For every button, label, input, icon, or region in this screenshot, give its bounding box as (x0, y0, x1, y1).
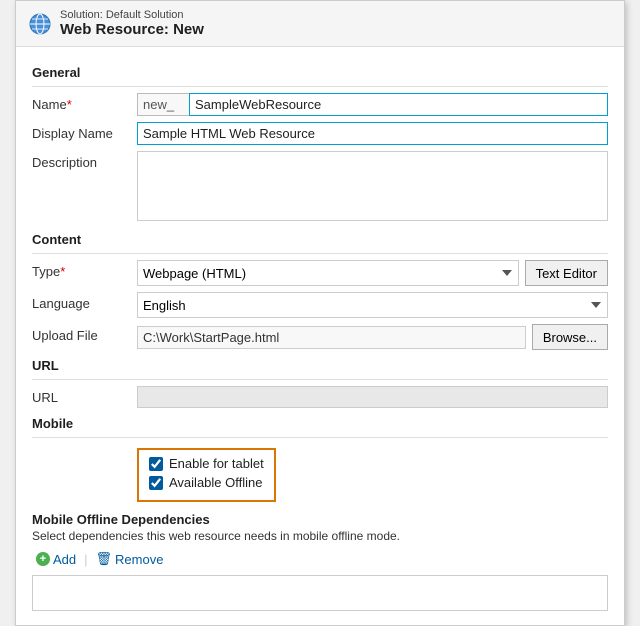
display-name-field-row: Display Name (32, 122, 608, 145)
enable-tablet-row: Enable for tablet (149, 456, 264, 471)
name-main-input[interactable] (189, 93, 608, 116)
available-offline-checkbox[interactable] (149, 476, 163, 490)
description-field-row: Description (32, 151, 608, 224)
web-resource-icon (28, 12, 52, 36)
general-section-title: General (32, 65, 608, 80)
mobile-controls: Enable for tablet Available Offline (137, 444, 608, 502)
available-offline-row: Available Offline (149, 475, 264, 490)
text-editor-button[interactable]: Text Editor (525, 260, 608, 286)
name-required: * (67, 97, 72, 112)
description-textarea[interactable] (137, 151, 608, 221)
mobile-offline-title: Mobile Offline Dependencies (32, 512, 608, 527)
type-control: Webpage (HTML) Text Editor (137, 260, 608, 286)
content-divider (32, 253, 608, 254)
add-remove-row: + Add | 🗑 Remove (32, 549, 608, 569)
language-select[interactable]: English (137, 292, 608, 318)
solution-label: Solution: Default Solution (60, 9, 204, 21)
separator: | (84, 552, 87, 567)
upload-file-field-row: Upload File Browse... (32, 324, 608, 350)
mobile-section-title: Mobile (32, 416, 608, 431)
header-text: Solution: Default Solution Web Resource:… (60, 9, 204, 38)
upload-row: Browse... (137, 324, 608, 350)
url-display (137, 386, 608, 408)
name-prefix-input[interactable] (137, 93, 189, 116)
mobile-divider (32, 437, 608, 438)
language-label: Language (32, 292, 137, 311)
type-row: Webpage (HTML) Text Editor (137, 260, 608, 286)
upload-file-control: Browse... (137, 324, 608, 350)
type-select[interactable]: Webpage (HTML) (137, 260, 519, 286)
display-name-input[interactable] (137, 122, 608, 145)
page-title: Web Resource: New (60, 21, 204, 38)
mobile-checkboxes-box: Enable for tablet Available Offline (137, 448, 276, 502)
language-field-row: Language English (32, 292, 608, 318)
url-control (137, 386, 608, 408)
form-body: General Name* Display Name Description (16, 47, 624, 625)
url-field-row: URL (32, 386, 608, 408)
url-label: URL (32, 386, 137, 405)
remove-button[interactable]: 🗑 Remove (92, 549, 168, 569)
remove-label: Remove (115, 552, 163, 567)
name-input-group (137, 93, 608, 116)
enable-tablet-label: Enable for tablet (169, 456, 264, 471)
name-label: Name* (32, 93, 137, 112)
type-field-row: Type* Webpage (HTML) Text Editor (32, 260, 608, 286)
language-control: English (137, 292, 608, 318)
name-field-row: Name* (32, 93, 608, 116)
add-label: Add (53, 552, 76, 567)
general-divider (32, 86, 608, 87)
main-window: Solution: Default Solution Web Resource:… (15, 0, 625, 626)
content-section-title: Content (32, 232, 608, 247)
description-label: Description (32, 151, 137, 170)
file-path-input[interactable] (137, 326, 526, 349)
name-control (137, 93, 608, 116)
available-offline-label: Available Offline (169, 475, 262, 490)
upload-file-label: Upload File (32, 324, 137, 343)
add-icon: + (36, 552, 50, 566)
url-divider (32, 379, 608, 380)
type-required: * (60, 264, 65, 279)
browse-button[interactable]: Browse... (532, 324, 608, 350)
window-header: Solution: Default Solution Web Resource:… (16, 1, 624, 47)
type-label: Type* (32, 260, 137, 279)
add-button[interactable]: + Add (32, 550, 80, 569)
dependencies-list (32, 575, 608, 611)
remove-icon: 🗑 (96, 551, 113, 567)
display-name-control (137, 122, 608, 145)
mobile-offline-desc: Select dependencies this web resource ne… (32, 529, 608, 543)
display-name-label: Display Name (32, 122, 137, 141)
description-control (137, 151, 608, 224)
enable-tablet-checkbox[interactable] (149, 457, 163, 471)
url-section-title: URL (32, 358, 608, 373)
